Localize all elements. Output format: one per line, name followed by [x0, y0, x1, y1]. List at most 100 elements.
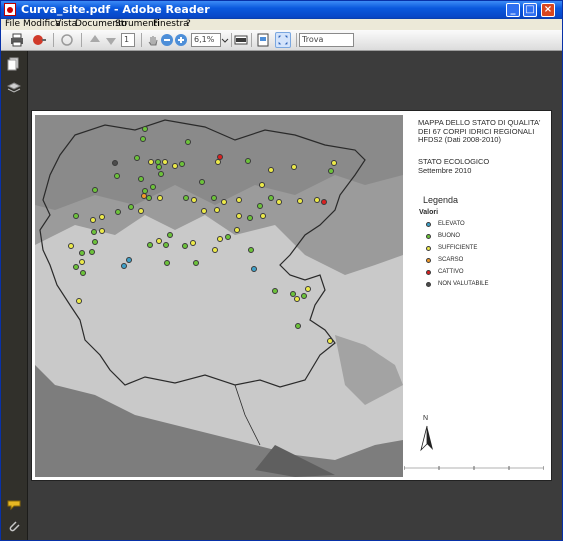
- menu-help[interactable]: ?: [186, 19, 191, 30]
- print-icon[interactable]: [9, 32, 25, 48]
- legend-title: Legenda: [423, 195, 459, 205]
- menu-finestra[interactable]: Finestra: [153, 19, 189, 30]
- legend-swatch: [426, 258, 431, 263]
- layers-icon[interactable]: [7, 81, 21, 95]
- station-marker: [191, 197, 197, 203]
- share-icon[interactable]: [31, 32, 47, 48]
- window-title: Curva_site.pdf - Adobe Reader: [21, 3, 210, 16]
- station-marker: [272, 288, 278, 294]
- arrow-up-icon[interactable]: [87, 32, 103, 48]
- station-marker: [297, 198, 303, 204]
- station-marker: [305, 286, 311, 292]
- fit-width-icon[interactable]: [233, 32, 249, 48]
- pages-icon[interactable]: [7, 57, 21, 71]
- menu-file[interactable]: File: [5, 19, 20, 30]
- toolbar-separator: [251, 33, 252, 47]
- station-marker: [114, 173, 120, 179]
- station-marker: [115, 209, 121, 215]
- station-marker: [259, 182, 265, 188]
- legend-label: SCARSO: [438, 257, 464, 263]
- legend-swatch: [426, 234, 431, 239]
- station-marker: [257, 203, 263, 209]
- station-marker: [99, 228, 105, 234]
- station-marker: [90, 217, 96, 223]
- station-marker: [79, 259, 85, 265]
- station-marker: [126, 257, 132, 263]
- station-marker: [76, 298, 82, 304]
- title-bar: Curva_site.pdf - Adobe Reader _ □ ×: [1, 1, 562, 19]
- pdf-app-icon: [4, 3, 16, 16]
- station-marker: [147, 242, 153, 248]
- toolbar: 1 6,1% Trova: [1, 30, 562, 51]
- full-screen-icon[interactable]: [275, 32, 291, 48]
- legend-swatch: [426, 270, 431, 275]
- legend-label: BUONO: [438, 233, 461, 239]
- menu-bar: File Modifica Vista Documento Strumenti …: [1, 19, 562, 30]
- fit-page-icon[interactable]: [255, 32, 271, 48]
- station-marker: [248, 247, 254, 253]
- station-marker: [68, 243, 74, 249]
- station-marker: [327, 338, 333, 344]
- chevron-down-icon[interactable]: [221, 32, 229, 48]
- station-marker: [294, 296, 300, 302]
- station-marker: [156, 238, 162, 244]
- station-marker: [295, 323, 301, 329]
- station-marker: [193, 260, 199, 266]
- legend-label: CATTIVO: [438, 269, 464, 275]
- find-input[interactable]: Trova: [299, 33, 354, 47]
- station-marker: [92, 187, 98, 193]
- station-marker: [128, 204, 134, 210]
- map-subtitle: STATO ECOLOGICO Settembre 2010: [418, 157, 489, 175]
- station-marker: [183, 195, 189, 201]
- station-marker: [157, 195, 163, 201]
- station-marker: [89, 249, 95, 255]
- station-marker: [134, 155, 140, 161]
- scale-bar: [404, 466, 544, 470]
- station-marker: [260, 213, 266, 219]
- station-marker: [321, 199, 327, 205]
- map-subtitle-line-2: Settembre 2010: [418, 165, 472, 175]
- station-marker: [268, 195, 274, 201]
- legend-label: SUFFICIENTE: [438, 245, 478, 251]
- station-marker: [179, 161, 185, 167]
- station-marker: [331, 160, 337, 166]
- station-marker: [236, 213, 242, 219]
- legend-label: NON VALUTABILE: [438, 281, 489, 287]
- legend-swatch: [426, 282, 431, 287]
- zoom-level-input[interactable]: 6,1%: [191, 33, 221, 47]
- toolbar-separator: [141, 33, 142, 47]
- station-marker: [190, 240, 196, 246]
- station-marker: [201, 208, 207, 214]
- hand-tool-icon[interactable]: [59, 32, 75, 48]
- station-marker: [163, 242, 169, 248]
- zoom-in-icon[interactable]: [173, 32, 189, 48]
- comments-icon[interactable]: [7, 497, 21, 511]
- station-marker: [92, 239, 98, 245]
- station-marker: [73, 213, 79, 219]
- attachments-icon[interactable]: [7, 519, 21, 533]
- station-marker: [217, 236, 223, 242]
- station-marker: [328, 168, 334, 174]
- station-marker: [314, 197, 320, 203]
- toolbar-separator: [231, 33, 232, 47]
- minimize-button[interactable]: _: [506, 3, 520, 17]
- close-button[interactable]: ×: [541, 3, 555, 17]
- station-marker: [158, 171, 164, 177]
- station-marker: [99, 214, 105, 220]
- reader-window: Curva_site.pdf - Adobe Reader _ □ × File…: [0, 0, 563, 541]
- station-marker: [212, 247, 218, 253]
- page-number-input[interactable]: 1: [121, 33, 135, 47]
- station-marker: [121, 263, 127, 269]
- menu-vista[interactable]: Vista: [55, 19, 77, 30]
- station-marker: [167, 232, 173, 238]
- station-marker: [211, 195, 217, 201]
- arrow-down-icon[interactable]: [103, 32, 119, 48]
- station-marker: [162, 159, 168, 165]
- maximize-button[interactable]: □: [523, 3, 537, 17]
- station-marker: [236, 197, 242, 203]
- map-title-line-3: HFDS2 (Dati 2008-2010): [418, 135, 501, 144]
- toolbar-separator: [81, 33, 82, 47]
- station-marker: [73, 264, 79, 270]
- station-marker: [138, 208, 144, 214]
- station-marker: [251, 266, 257, 272]
